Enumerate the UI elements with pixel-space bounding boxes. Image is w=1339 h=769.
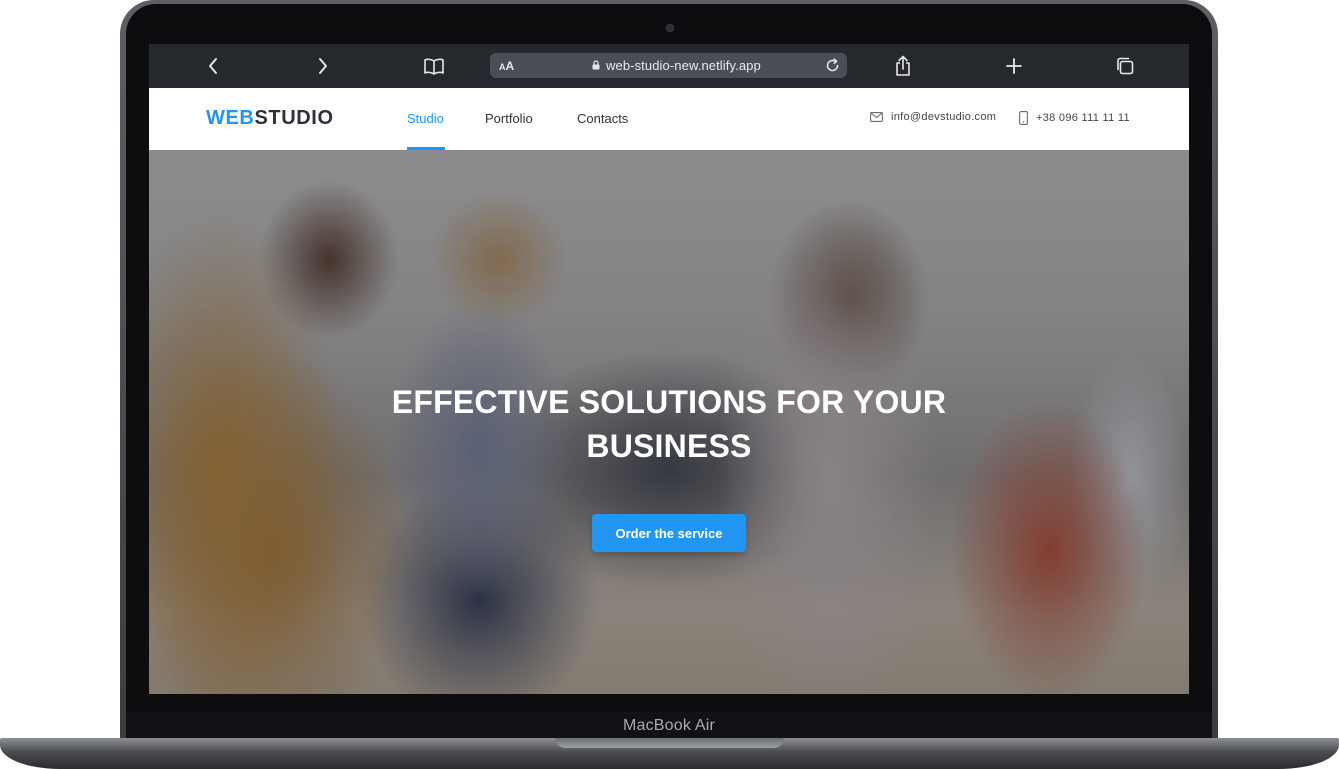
book-icon xyxy=(424,58,444,75)
hero-content: EFFECTIVE SOLUTIONS FOR YOUR BUSINESS Or… xyxy=(149,150,1189,694)
back-button[interactable] xyxy=(202,55,224,77)
camera-icon xyxy=(666,24,674,32)
order-service-button[interactable]: Order the service xyxy=(592,514,746,553)
logo-accent: WEB xyxy=(206,107,255,129)
forward-button[interactable] xyxy=(312,55,334,77)
phone-text: +38 096 111 11 11 xyxy=(1036,112,1130,124)
laptop-notch xyxy=(555,738,784,748)
reload-icon[interactable] xyxy=(824,57,841,74)
url-text: web-studio-new.netlify.app xyxy=(606,58,761,73)
screen: AA web-studio-new.netlify.app WEBSTUDIO … xyxy=(149,44,1189,694)
phone-link[interactable]: +38 096 111 11 11 xyxy=(1019,111,1130,125)
share-button[interactable] xyxy=(892,55,914,77)
tabs-icon xyxy=(1117,57,1134,75)
logo-rest: STUDIO xyxy=(254,107,334,129)
phone-icon xyxy=(1019,111,1028,125)
screenshot: MacBook Air AA web-studio-new.netlify.ap… xyxy=(0,0,1339,769)
nav-link-contacts[interactable]: Contacts xyxy=(577,111,628,126)
email-link[interactable]: info@devstudio.com xyxy=(870,111,996,123)
browser-toolbar: AA web-studio-new.netlify.app xyxy=(149,44,1189,88)
nav-link-studio[interactable]: Studio xyxy=(407,111,444,126)
lock-icon xyxy=(592,60,600,70)
nav-link-portfolio[interactable]: Portfolio xyxy=(485,111,533,126)
logo[interactable]: WEBSTUDIO xyxy=(206,107,334,130)
tabs-button[interactable] xyxy=(1114,55,1136,77)
email-text: info@devstudio.com xyxy=(891,111,997,123)
chevron-right-icon xyxy=(319,58,327,74)
laptop-chin: MacBook Air xyxy=(126,712,1212,740)
share-icon xyxy=(896,55,910,76)
text-size-button[interactable]: AA xyxy=(499,59,514,73)
address-bar[interactable]: AA web-studio-new.netlify.app xyxy=(490,53,847,78)
new-tab-button[interactable] xyxy=(1003,55,1025,77)
mail-icon xyxy=(870,112,883,122)
site-header: WEBSTUDIO Studio Portfolio Contacts info… xyxy=(149,88,1189,150)
plus-icon xyxy=(1006,58,1022,74)
hero-title: EFFECTIVE SOLUTIONS FOR YOUR BUSINESS xyxy=(391,384,947,464)
hero-section: EFFECTIVE SOLUTIONS FOR YOUR BUSINESS Or… xyxy=(149,150,1189,694)
device-label: MacBook Air xyxy=(622,717,715,734)
bookmarks-button[interactable] xyxy=(423,55,445,77)
chevron-left-icon xyxy=(209,58,217,74)
